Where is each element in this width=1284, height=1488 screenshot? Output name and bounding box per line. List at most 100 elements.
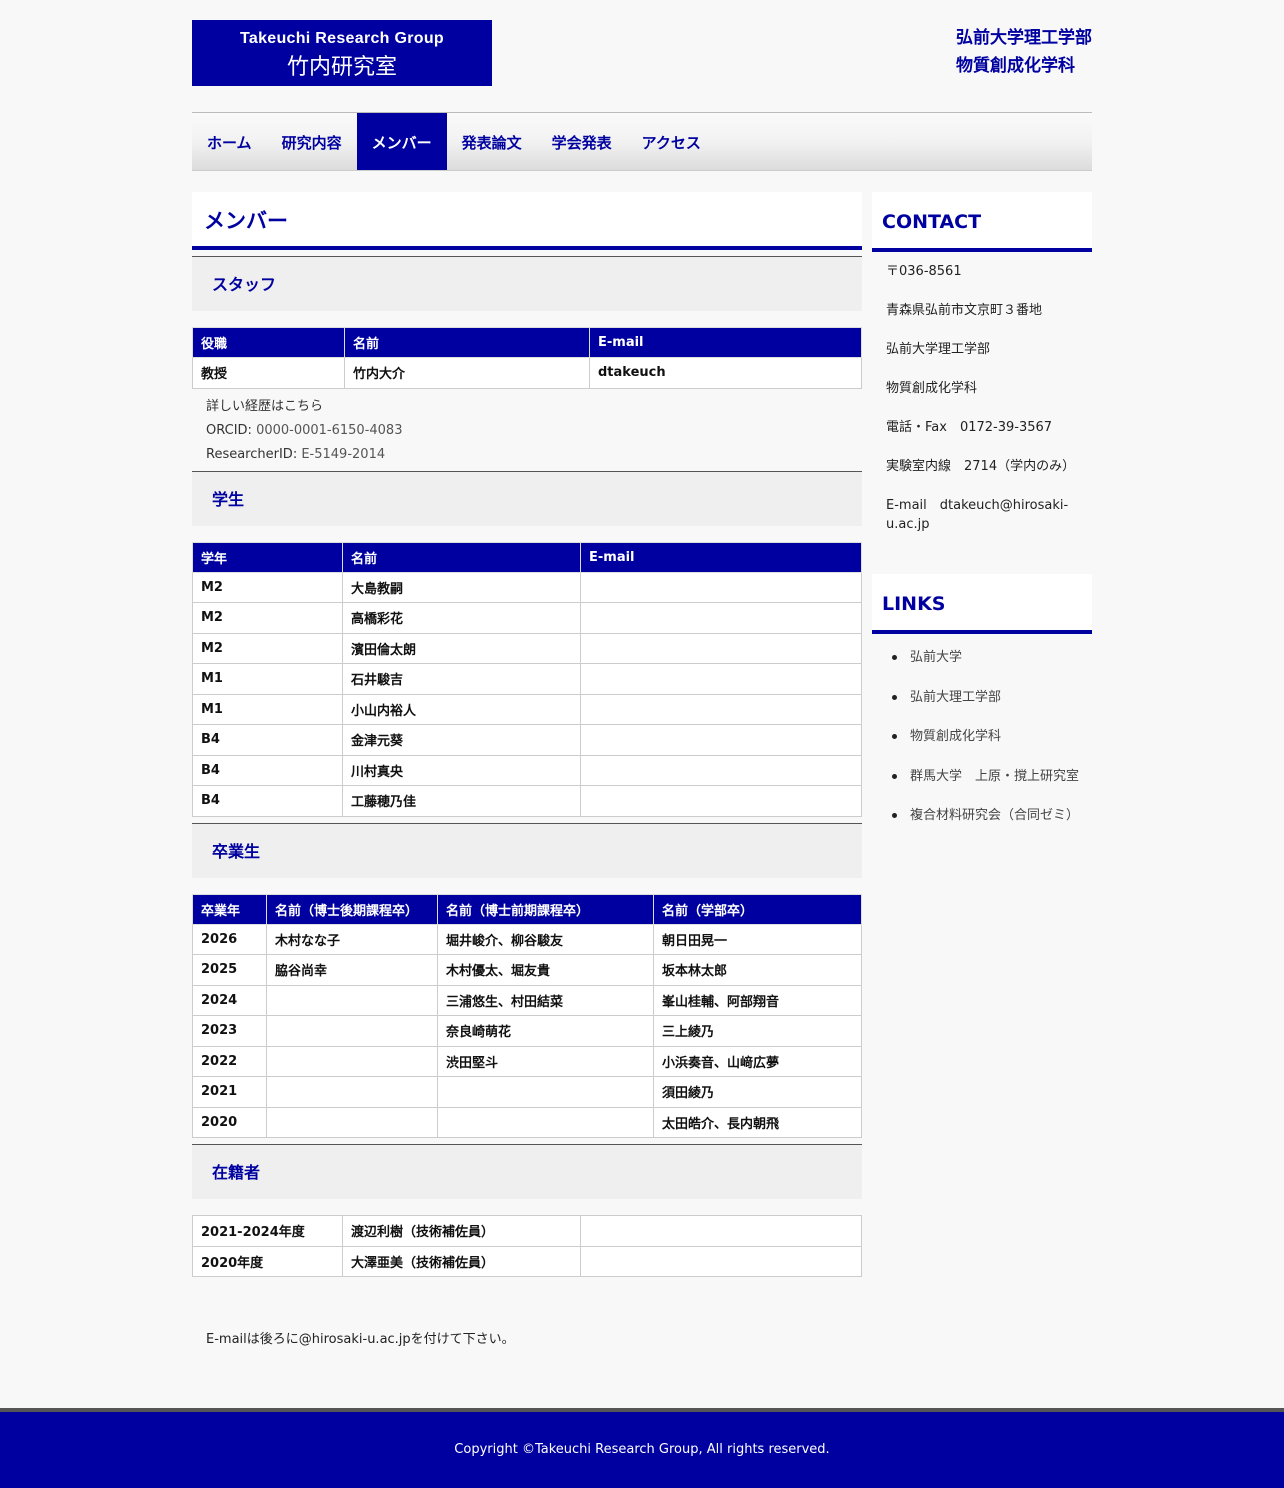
table-cell: 三上綾乃 bbox=[653, 1015, 862, 1047]
table-cell bbox=[266, 1076, 438, 1108]
table-cell bbox=[580, 724, 862, 756]
table-row: 2020 太田皓介、長内朝飛 bbox=[192, 1106, 862, 1138]
link-item[interactable]: 弘前大学 bbox=[890, 648, 1092, 667]
researcherid-link[interactable]: E-5149-2014 bbox=[301, 447, 385, 462]
contact-line: 〒036-8561 bbox=[886, 264, 962, 279]
table-row: M2 大島教嗣 bbox=[192, 571, 862, 603]
table-cell bbox=[580, 1245, 862, 1277]
link-item[interactable]: 群馬大学 上原・撹上研究室 bbox=[890, 767, 1092, 786]
students-table: 学年 名前 E-mail M2 大島教嗣 M2 高橋彩花 M2 濱田倫太朗 M1 石井駿… bbox=[192, 541, 862, 817]
contact-line: 物質創成化学科 bbox=[886, 381, 978, 396]
table-cell: 脇谷尚幸 bbox=[266, 954, 438, 986]
table-cell: 2023 bbox=[192, 1015, 267, 1047]
table-cell: 石井駿吉 bbox=[342, 663, 581, 695]
table-cell: 木村なな子 bbox=[266, 923, 438, 955]
table-cell: M2 bbox=[192, 632, 343, 664]
footer: Copyright ©Takeuchi Research Group, All … bbox=[0, 1408, 1284, 1488]
table-cell bbox=[580, 754, 862, 786]
former-table: 2021-2024年度 渡辺利樹（技術補佐員） 2020年度 大澤亜美（技術補佐… bbox=[192, 1215, 862, 1277]
col-header: 名前（博士前期課程卒） bbox=[437, 893, 654, 925]
link-item[interactable]: 複合材料研究会（合同ゼミ） bbox=[890, 806, 1092, 825]
table-cell: 渡辺利樹（技術補佐員） bbox=[342, 1215, 581, 1247]
table-cell bbox=[437, 1076, 654, 1108]
nav-home[interactable]: ホーム bbox=[192, 113, 267, 170]
links-heading: LINKS bbox=[872, 574, 1092, 634]
table-cell: 2026 bbox=[192, 923, 267, 955]
table-cell: 木村優太、堀友貴 bbox=[437, 954, 654, 986]
table-cell: 小山内裕人 bbox=[342, 693, 581, 725]
department-line2: 物質創成化学科 bbox=[956, 56, 1075, 76]
contact-line: 弘前大学理工学部 bbox=[886, 342, 991, 357]
alumni-heading: 卒業生 bbox=[192, 822, 862, 878]
table-cell: 教授 bbox=[192, 357, 345, 389]
table-cell: dtakeuch bbox=[589, 357, 862, 389]
table-row: 2022 渋田堅斗 小浜奏音、山﨑広夢 bbox=[192, 1045, 862, 1077]
table-cell: 須田綾乃 bbox=[653, 1076, 862, 1108]
researcherid-line: ResearcherID: E-5149-2014 bbox=[206, 443, 862, 467]
site-logo[interactable]: Takeuchi Research Group 竹内研究室 bbox=[192, 20, 492, 86]
link-item[interactable]: 物質創成化学科 bbox=[890, 727, 1092, 746]
nav-papers[interactable]: 発表論文 bbox=[447, 113, 537, 170]
main-nav: ホーム 研究内容 メンバー 発表論文 学会発表 アクセス bbox=[192, 112, 1092, 171]
table-cell: 坂本林太郎 bbox=[653, 954, 862, 986]
table-row: B4 金津元葵 bbox=[192, 724, 862, 756]
table-cell: 金津元葵 bbox=[342, 724, 581, 756]
contact-line: 実験室内線 2714（学内のみ） bbox=[886, 459, 1076, 474]
table-cell: 峯山桂輔、阿部翔音 bbox=[653, 984, 862, 1016]
table-row: B4 川村真央 bbox=[192, 754, 862, 786]
nav-presentations[interactable]: 学会発表 bbox=[537, 113, 627, 170]
table-cell: 工藤穂乃佳 bbox=[342, 785, 581, 817]
col-header: 名前（学部卒） bbox=[653, 893, 862, 925]
table-cell: 2024 bbox=[192, 984, 267, 1016]
table-header-row: 学年 名前 E-mail bbox=[192, 541, 862, 573]
nav-access[interactable]: アクセス bbox=[627, 113, 716, 170]
nav-members[interactable]: メンバー bbox=[356, 113, 447, 170]
table-cell: 高橋彩花 bbox=[342, 602, 581, 634]
col-header: 学年 bbox=[192, 541, 343, 573]
table-row: M1 石井駿吉 bbox=[192, 663, 862, 695]
table-cell bbox=[580, 1215, 862, 1247]
table-row: M2 濱田倫太朗 bbox=[192, 632, 862, 664]
orcid-label: ORCID: bbox=[206, 422, 257, 438]
department-name: 弘前大学理工学部 物質創成化学科 bbox=[956, 24, 1092, 80]
table-cell: 2025 bbox=[192, 954, 267, 986]
table-cell bbox=[580, 632, 862, 664]
students-heading: 学生 bbox=[192, 470, 862, 526]
sidebar: CONTACT 〒036-8561 青森県弘前市文京町３番地 弘前大学理工学部 … bbox=[872, 192, 1092, 846]
table-cell bbox=[437, 1106, 654, 1138]
table-cell: 堀井峻介、柳谷駿友 bbox=[437, 923, 654, 955]
contact-line: 青森県弘前市文京町３番地 bbox=[886, 303, 1043, 318]
alumni-table: 卒業年 名前（博士後期課程卒） 名前（博士前期課程卒） 名前（学部卒） 2026… bbox=[192, 893, 862, 1138]
table-cell: 奈良崎萌花 bbox=[437, 1015, 654, 1047]
table-cell: 大澤亜美（技術補佐員） bbox=[342, 1245, 581, 1277]
table-cell bbox=[580, 602, 862, 634]
contact-line: 電話・Fax 0172-39-3567 bbox=[886, 420, 1053, 435]
table-cell bbox=[266, 984, 438, 1016]
table-cell bbox=[266, 1106, 438, 1138]
table-cell: 2022 bbox=[192, 1045, 267, 1077]
col-header: 名前（博士後期課程卒） bbox=[266, 893, 438, 925]
table-cell: B4 bbox=[192, 785, 343, 817]
main-content: メンバー スタッフ 役職 名前 E-mail 教授 竹内大介 dtakeuch … bbox=[192, 192, 862, 1277]
table-cell bbox=[580, 663, 862, 695]
table-cell: 太田皓介、長内朝飛 bbox=[653, 1106, 862, 1138]
career-link[interactable]: 詳しい経歴はこちら bbox=[206, 395, 862, 419]
table-header-row: 卒業年 名前（博士後期課程卒） 名前（博士前期課程卒） 名前（学部卒） bbox=[192, 893, 862, 925]
orcid-link[interactable]: 0000-0001-6150-4083 bbox=[256, 423, 402, 438]
col-header: 名前 bbox=[342, 541, 581, 573]
table-cell bbox=[580, 693, 862, 725]
logo-english: Takeuchi Research Group bbox=[239, 30, 444, 47]
table-row: 2020年度 大澤亜美（技術補佐員） bbox=[192, 1245, 862, 1277]
table-cell: M2 bbox=[192, 602, 343, 634]
contact-line: E-mail dtakeuch@hirosaki-u.ac.jp bbox=[886, 498, 1069, 532]
contact-info: 〒036-8561 青森県弘前市文京町３番地 弘前大学理工学部 物質創成化学科 … bbox=[872, 262, 1092, 534]
table-cell: 川村真央 bbox=[342, 754, 581, 786]
table-row: B4 工藤穂乃佳 bbox=[192, 785, 862, 817]
table-header-row: 役職 名前 E-mail bbox=[192, 327, 862, 358]
links-list: 弘前大学 弘前大理工学部 物質創成化学科 群馬大学 上原・撹上研究室 複合材料研… bbox=[872, 634, 1092, 825]
nav-research[interactable]: 研究内容 bbox=[267, 113, 357, 170]
table-cell bbox=[266, 1045, 438, 1077]
col-header: 役職 bbox=[192, 327, 345, 358]
table-cell: 2020 bbox=[192, 1106, 267, 1138]
link-item[interactable]: 弘前大理工学部 bbox=[890, 688, 1092, 707]
